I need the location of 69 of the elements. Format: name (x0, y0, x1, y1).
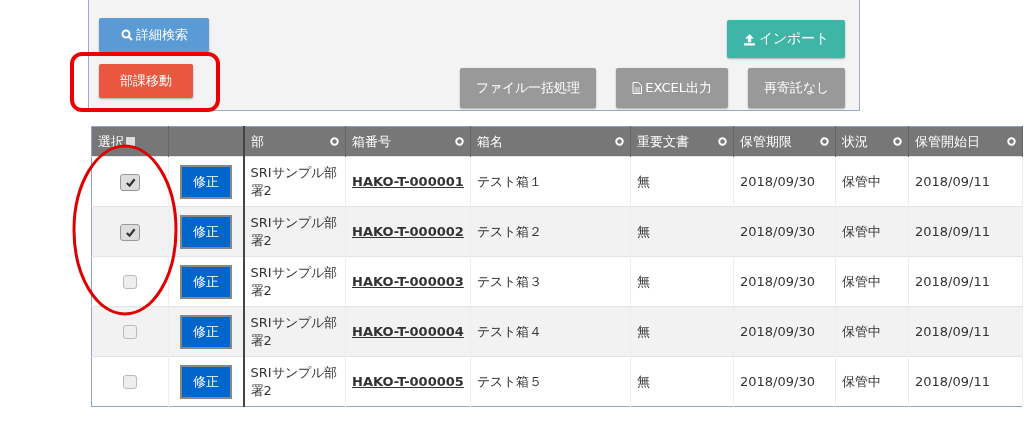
table-cell: 2018/09/11 (915, 372, 990, 391)
search-icon (120, 29, 133, 41)
table-cell-text: SRIサンプル部署2 (250, 163, 338, 200)
check-icon (124, 176, 136, 188)
toolbar-button[interactable]: 再寄託なし (748, 68, 845, 108)
table-cell: 2018/09/30 (740, 372, 815, 391)
edit-button[interactable]: 修正 (179, 264, 232, 299)
gear-icon (718, 137, 727, 146)
gear-icon (615, 137, 624, 146)
table-cell-text: SRIサンプル部署2 (250, 363, 338, 400)
column-header[interactable]: 部 (243, 126, 346, 157)
table-cell: 保管中 (842, 272, 881, 291)
row-checkbox[interactable] (123, 375, 137, 390)
table-cell: 2018/09/11 (915, 172, 990, 191)
edit-button[interactable]: 修正 (179, 164, 232, 199)
table-cell-text: SRIサンプル部署2 (250, 313, 338, 350)
search-button[interactable]: 詳細検索 (99, 18, 209, 52)
upload-icon (743, 32, 756, 46)
box-number-link[interactable]: HAKO-T-000003 (352, 273, 464, 289)
row-checkbox[interactable] (120, 223, 140, 241)
box-number-link[interactable]: HAKO-T-000005 (352, 373, 464, 389)
table-cell: テスト箱３ (477, 272, 542, 291)
export-button[interactable]: EXCEL出力 (616, 68, 728, 108)
toolbar-button[interactable]: ファイル一括処理 (460, 68, 597, 108)
table-cell: 無 (637, 322, 650, 341)
gear-icon (1007, 137, 1016, 146)
gear-icon (820, 137, 829, 146)
table-cell: 保管中 (842, 322, 881, 341)
row-checkbox[interactable] (123, 275, 137, 290)
document-icon (632, 82, 643, 94)
table-cell: 2018/09/30 (740, 272, 815, 291)
table-cell-text: SRIサンプル部署2 (250, 263, 338, 300)
table-cell: テスト箱２ (477, 222, 542, 241)
column-header[interactable]: 状況 (835, 126, 909, 157)
table-cell: 無 (637, 372, 650, 391)
table-cell: 2018/09/30 (740, 322, 815, 341)
gear-icon (893, 137, 902, 146)
table-cell: 無 (637, 222, 650, 241)
table-cell-text: SRIサンプル部署2 (250, 213, 338, 250)
column-header[interactable]: 保管期限 (733, 126, 836, 157)
table-cell: テスト箱１ (477, 172, 542, 191)
select-all-checkbox[interactable] (126, 137, 135, 146)
table-cell: 無 (637, 272, 650, 291)
table-cell: 2018/09/11 (915, 222, 990, 241)
import-button[interactable]: インポート (727, 20, 845, 58)
table-cell: 2018/09/11 (915, 272, 990, 291)
table-cell: テスト箱４ (477, 322, 542, 341)
column-header[interactable]: 重要文書 (630, 126, 734, 157)
box-number-link[interactable]: HAKO-T-000001 (352, 173, 464, 189)
table-cell: 2018/09/11 (915, 322, 990, 341)
column-header[interactable]: 箱番号 (345, 126, 471, 157)
gear-icon (455, 137, 464, 146)
edit-button[interactable]: 修正 (179, 364, 232, 399)
table-cell: 保管中 (842, 372, 881, 391)
table-cell: 2018/09/30 (740, 222, 815, 241)
table-cell: 2018/09/30 (740, 172, 815, 191)
edit-button[interactable]: 修正 (179, 314, 232, 349)
row-checkbox[interactable] (123, 325, 137, 340)
column-header[interactable]: 保管開始日 (908, 126, 1023, 157)
table-cell: テスト箱５ (477, 372, 542, 391)
edit-button[interactable]: 修正 (179, 214, 232, 249)
move-button[interactable]: 部課移動 (99, 64, 193, 98)
table-cell: 保管中 (842, 172, 881, 191)
gear-icon (330, 137, 339, 146)
table-cell: 保管中 (842, 222, 881, 241)
column-header[interactable]: 箱名 (470, 126, 631, 157)
check-icon (124, 226, 136, 238)
table-cell: 無 (637, 172, 650, 191)
row-checkbox[interactable] (120, 173, 140, 191)
